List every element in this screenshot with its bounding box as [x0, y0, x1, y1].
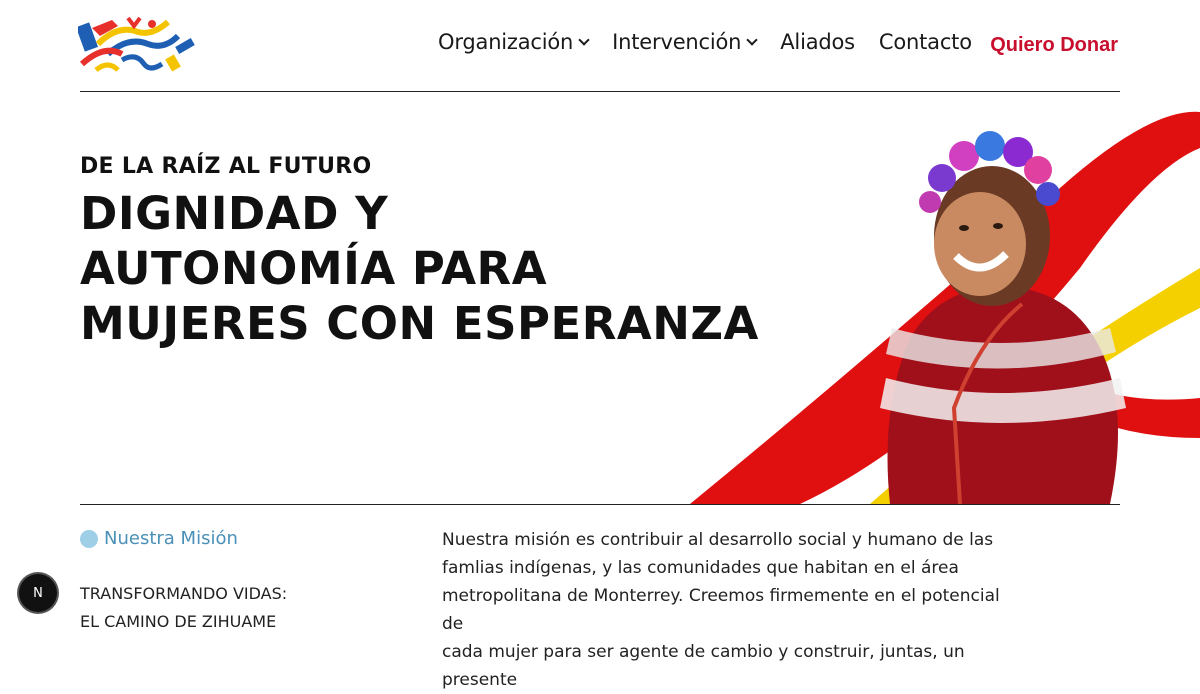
chevron-down-icon [746, 34, 758, 46]
mission-text-line: cada mujer para ser agente de cambio y c… [442, 642, 965, 690]
nav-contacto-label: Contacto [878, 30, 972, 54]
mission-text-line: Nuestra misión es contribuir al desarrol… [442, 530, 994, 550]
organization-logo[interactable] [78, 14, 198, 78]
hero-headline: DIGNIDAD Y AUTONOMÍA PARA MUJERES CON ES… [80, 186, 780, 351]
section-divider [80, 504, 1120, 505]
nav-aliados-label: Aliados [780, 30, 855, 54]
nav-intervencion-label: Intervención [612, 30, 742, 54]
bullet-dot-icon [80, 529, 98, 548]
main-nav: Organización Intervención Aliados Contac… [438, 30, 996, 54]
nav-contacto[interactable]: Contacto [879, 30, 972, 54]
mission-text-line: famlias indígenas, y las comunidades que… [442, 558, 959, 578]
mission-label: Nuestra Misión [80, 528, 238, 549]
floating-n-button[interactable]: N [19, 574, 57, 612]
headline-line: MUJERES CON ESPERANZA [80, 297, 759, 350]
nav-intervencion[interactable]: Intervención [612, 30, 758, 54]
mission-text: Nuestra misión es contribuir al desarrol… [442, 526, 1002, 694]
hero-image [690, 111, 1200, 504]
headline-line: AUTONOMÍA PARA [80, 242, 548, 295]
subtitle-line: TRANSFORMANDO VIDAS: [80, 584, 288, 603]
subtitle-line: EL CAMINO DE ZIHUAME [80, 612, 277, 631]
chevron-down-icon [578, 34, 590, 46]
mission-subtitle: TRANSFORMANDO VIDAS: EL CAMINO DE ZIHUAM… [80, 580, 287, 636]
header-divider [80, 91, 1120, 92]
nav-organizacion[interactable]: Organización [438, 30, 590, 54]
hero-eyebrow: DE LA RAÍZ AL FUTURO [80, 154, 372, 179]
nav-aliados[interactable]: Aliados [780, 30, 855, 54]
mission-label-text: Nuestra Misión [104, 528, 238, 549]
nav-organizacion-label: Organización [438, 30, 574, 54]
headline-line: DIGNIDAD Y [80, 187, 389, 240]
donate-button[interactable]: Quiero Donar [990, 34, 1118, 57]
